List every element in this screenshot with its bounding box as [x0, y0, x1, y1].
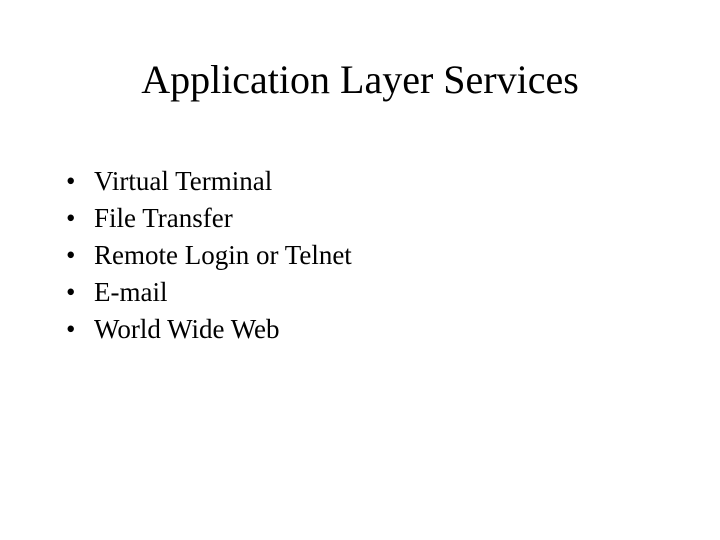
list-item: • Remote Login or Telnet	[66, 237, 660, 274]
slide-title: Application Layer Services	[60, 56, 660, 103]
list-item-label: Remote Login or Telnet	[94, 237, 660, 274]
list-item-label: Virtual Terminal	[94, 163, 660, 200]
list-item: • File Transfer	[66, 200, 660, 237]
list-item-label: E-mail	[94, 274, 660, 311]
list-item: • World Wide Web	[66, 311, 660, 348]
bullet-icon: •	[66, 274, 94, 311]
list-item-label: World Wide Web	[94, 311, 660, 348]
bullet-list: • Virtual Terminal • File Transfer • Rem…	[66, 163, 660, 348]
bullet-icon: •	[66, 200, 94, 237]
bullet-icon: •	[66, 163, 94, 200]
slide: Application Layer Services • Virtual Ter…	[0, 0, 720, 540]
list-item: • Virtual Terminal	[66, 163, 660, 200]
list-item-label: File Transfer	[94, 200, 660, 237]
list-item: • E-mail	[66, 274, 660, 311]
bullet-icon: •	[66, 237, 94, 274]
bullet-icon: •	[66, 311, 94, 348]
